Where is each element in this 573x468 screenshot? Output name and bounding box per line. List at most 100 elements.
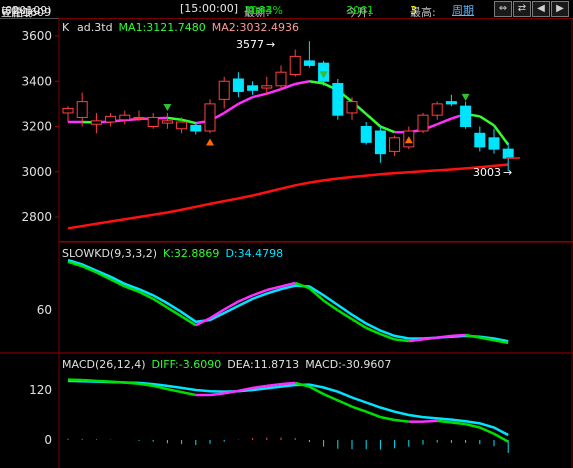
diff-segment [479, 426, 495, 435]
sell-arrow-icon [163, 104, 172, 112]
kd-legend-k: K:32.8869 [163, 247, 219, 260]
kd-k-segment [437, 334, 452, 339]
diff-segment [365, 410, 381, 419]
diff-segment [96, 379, 111, 383]
kd-k-segment [451, 333, 466, 338]
kd-legend-name: SLOWKD(9,3,3,2) [62, 247, 157, 260]
candle-body [247, 85, 259, 91]
price-tick-label: 3200 [21, 120, 52, 134]
period-link[interactable]: 周期 [452, 2, 474, 18]
candlestick-series [62, 41, 514, 172]
diff-segment [351, 405, 367, 413]
ma1-segment [436, 117, 452, 126]
diff-segment [380, 415, 395, 422]
candle-body [105, 115, 117, 123]
ma1-segment [365, 113, 382, 128]
candle-body [303, 60, 315, 66]
scroll-right-icon[interactable]: ▶ [551, 1, 569, 17]
price-y-ticks: 3600 3400 3200 3000 2800 [21, 29, 59, 224]
diff-segment [110, 380, 125, 384]
legend-k-label: K [62, 21, 70, 34]
diff-segment [422, 419, 438, 423]
diff-segment [82, 378, 97, 383]
zoom-out-icon[interactable]: ⇔ [494, 1, 512, 17]
chart-area[interactable]: 3600 3400 3200 3000 2800 Kad.3td MA1:3121.748… [0, 18, 573, 468]
macd-legend-name: MACD(26,12,4) [62, 358, 146, 371]
diff-segment [181, 390, 197, 397]
candle-body [374, 130, 386, 155]
sell-arrow-icon [461, 93, 470, 101]
candle-body [488, 137, 500, 150]
kd-series [67, 258, 509, 345]
ma2-series [67, 163, 509, 230]
diff-segment [167, 387, 182, 394]
diff-segment [209, 392, 225, 397]
legend-ma2: MA2:3032.4936 [212, 21, 299, 34]
price-tick-label: 3000 [21, 165, 52, 179]
macd-histogram [67, 437, 509, 453]
legend-ma1: MA1:3121.7480 [119, 21, 206, 34]
candle-body [161, 120, 173, 124]
low-marker-label: 3003 [473, 166, 501, 179]
zoom-in-icon[interactable]: ⇄ [513, 1, 531, 17]
diff-segment [124, 381, 140, 385]
kd-k-segment [394, 338, 409, 343]
ma1-segment [252, 92, 268, 99]
dea-line [67, 379, 509, 437]
price-tick-label: 3600 [21, 29, 52, 43]
kd-y-tick: 60 [37, 303, 52, 317]
buy-arrow-icon [206, 138, 214, 146]
quote-time: [15:00:00] [180, 2, 238, 15]
macd-legend-diff: DIFF:-3.6090 [152, 358, 222, 371]
candle-body [417, 114, 429, 132]
diff-segment [465, 422, 481, 429]
ma1-segment [294, 80, 310, 86]
candle-body [204, 103, 216, 132]
candle-body [332, 83, 344, 116]
kd-d-line [67, 258, 509, 343]
kd-k-segment [408, 338, 424, 343]
candle-body [176, 121, 188, 130]
diff-segment [394, 418, 409, 423]
macd-legend-macd: MACD:-30.9607 [305, 358, 391, 371]
high-marker-arrow: → [266, 38, 275, 51]
candle-body [289, 55, 301, 75]
quote-header: 豆粕1609 (020109) <日线> [15:00:00] 最新: 3063 -0… [0, 0, 573, 19]
candle-body [275, 71, 287, 87]
candle-body [218, 80, 230, 100]
candle-body [119, 114, 131, 121]
macd-y-tick-0: 0 [44, 433, 52, 447]
ma1-segment [266, 87, 282, 95]
price-tick-label: 2800 [21, 210, 52, 224]
high-marker-label: 3577 [236, 38, 264, 51]
legend-name: ad.3td [77, 21, 113, 34]
candle-body [360, 126, 372, 143]
macd-y-tick-120: 120 [29, 383, 52, 397]
candle-body [147, 116, 159, 127]
candle-body [474, 132, 486, 148]
candle-body [76, 101, 88, 118]
diff-segment [337, 399, 353, 408]
ma2-line [67, 163, 509, 230]
candle-body [62, 107, 74, 114]
macd-legend-dea: DEA:11.8713 [227, 358, 299, 371]
ma1-segment [237, 95, 254, 106]
price-panel-frame [58, 18, 573, 242]
price-legend: Kad.3td MA1:3121.7480 MA2:3032.4936 [62, 21, 299, 34]
low-marker-arrow: → [503, 166, 512, 179]
kd-legend: SLOWKD(9,3,3,2) K:32.8869 D:34.4798 [62, 247, 283, 260]
ma1-segment [167, 116, 182, 121]
price-tick-label: 3400 [21, 74, 52, 88]
candle-body [460, 105, 472, 127]
candle-body [90, 120, 102, 125]
candle-body [502, 148, 514, 159]
diff-segment [451, 421, 466, 426]
kd-legend-d: D:34.4798 [225, 247, 283, 260]
diff-segment [280, 381, 296, 386]
candle-body [133, 116, 145, 119]
scroll-left-icon[interactable]: ◀ [532, 1, 550, 17]
diff-segment [266, 382, 282, 388]
macd-series [67, 378, 509, 443]
kd-k-segment [422, 336, 438, 341]
candle-body [261, 85, 273, 89]
